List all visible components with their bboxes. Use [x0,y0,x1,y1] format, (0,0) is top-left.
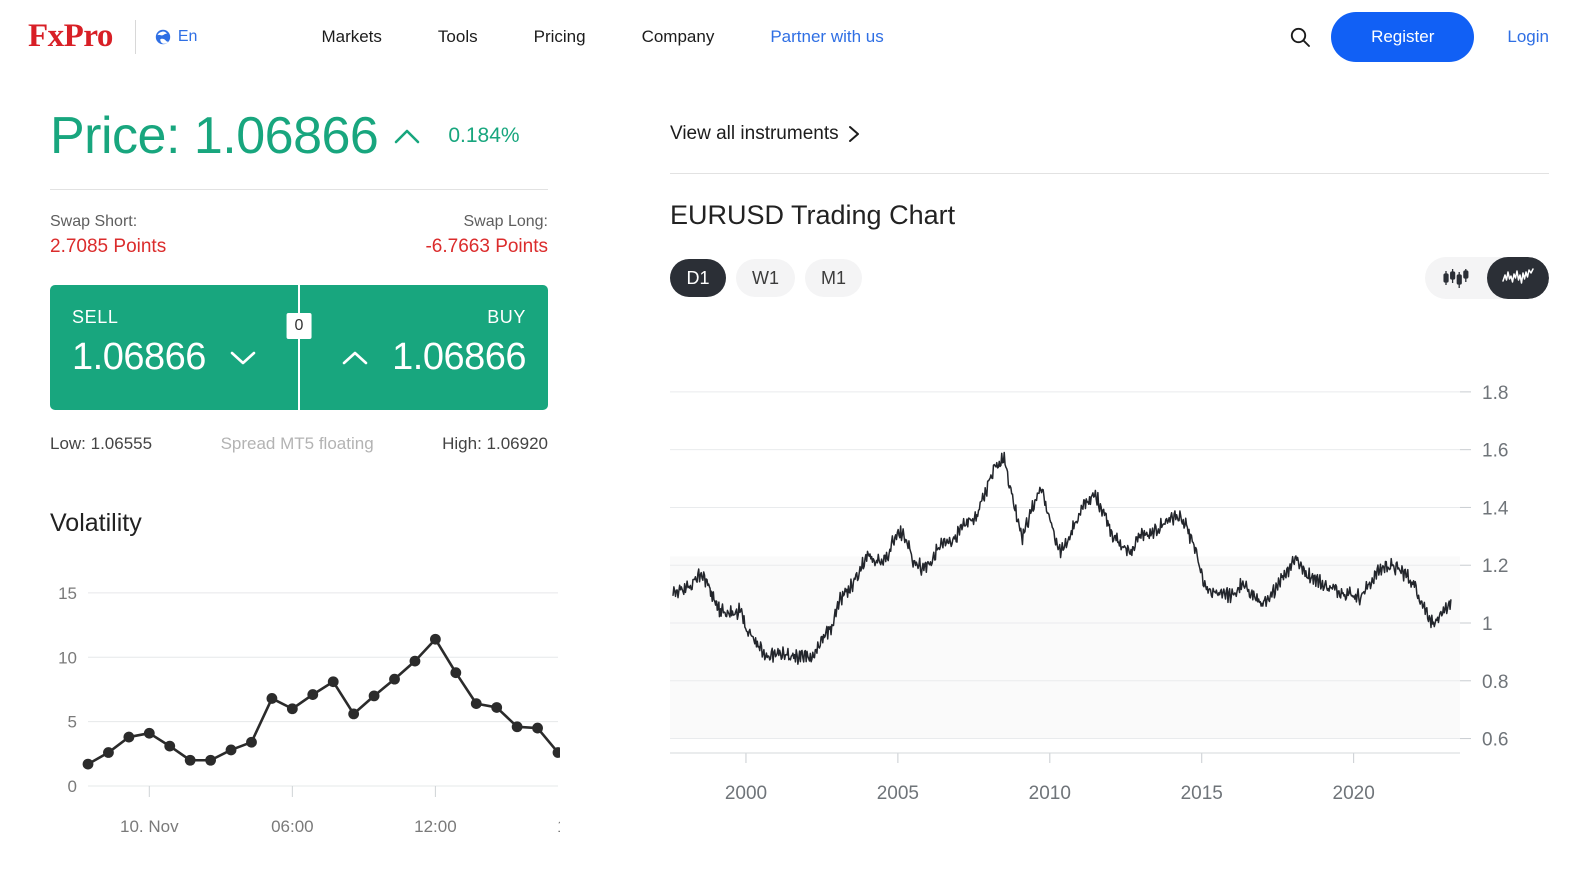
spread-badge: 0 [287,313,312,339]
svg-text:1.8: 1.8 [1482,383,1508,404]
trade-divider [298,285,300,410]
swap-long-block: Swap Long: -6.7663 Points [425,211,548,259]
login-link[interactable]: Login [1507,27,1549,47]
svg-text:0.8: 0.8 [1482,672,1508,693]
volatility-title: Volatility [50,509,548,538]
timeframe-group: D1 W1 M1 [670,259,862,297]
buy-button[interactable]: BUY 1.06866 [299,285,548,410]
nav-item-pricing[interactable]: Pricing [506,27,614,47]
search-button[interactable] [1283,20,1317,54]
search-icon [1289,26,1311,48]
panel-divider [670,173,1549,174]
nav-item-markets[interactable]: Markets [293,27,409,47]
price-change-percent: 0.184% [448,124,519,148]
register-button[interactable]: Register [1331,12,1474,62]
site-header: FxPro En Markets Tools Pricing Company P… [0,0,1577,73]
nav-item-partner-with-us[interactable]: Partner with us [742,27,911,47]
swap-short-block: Swap Short: 2.7085 Points [50,211,166,259]
svg-text:2015: 2015 [1181,783,1223,804]
volatility-chart[interactable]: 05101510. Nov06:0012:0018:00 [50,564,548,854]
svg-text:1.2: 1.2 [1482,556,1508,577]
eurusd-chart-svg: 0.6 0.8 1 1.2 1.4 1.6 1.8 2000 2005 2010 2015 2020 [670,335,1515,835]
svg-text:10. Nov: 10. Nov [120,817,179,836]
sell-button[interactable]: SELL 1.06866 [50,285,299,410]
high-value: High: 1.06920 [442,434,548,454]
candlestick-chart-icon [1441,267,1471,289]
timeframe-w1-button[interactable]: W1 [736,259,795,297]
svg-text:12:00: 12:00 [414,817,457,836]
view-all-instruments-label: View all instruments [670,123,839,145]
quote-panel: Price: 1.06866 0.184% Swap Short: 2.7085… [28,73,548,874]
language-label: En [178,28,198,46]
svg-text:5: 5 [68,713,77,732]
trade-box: SELL 1.06866 BUY 1.06866 0 [50,285,548,410]
nav-item-company[interactable]: Company [614,27,743,47]
page-title: Price: 1.06866 [50,106,378,166]
price-divider [50,189,548,190]
line-chart-button[interactable] [1487,257,1549,299]
timeframe-m1-button[interactable]: M1 [805,259,862,297]
svg-text:15: 15 [58,584,77,603]
swap-short-label: Swap Short: [50,211,166,233]
timeframe-d1-button[interactable]: D1 [670,259,726,297]
swap-long-label: Swap Long: [425,211,548,233]
svg-text:1: 1 [1482,614,1493,635]
chevron-right-icon [848,125,860,143]
instrument-chart-panel: View all instruments EURUSD Trading Char… [548,73,1549,874]
swap-long-value: -6.7663 Points [425,234,548,260]
chevron-up-icon [340,348,370,368]
chart-heading: EURUSD Trading Chart [670,200,1549,231]
eurusd-chart[interactable]: 0.6 0.8 1 1.2 1.4 1.6 1.8 2000 2005 2010 2015 2020 [670,335,1549,835]
sell-price-row: 1.06866 [72,336,299,379]
buy-price: 1.06866 [392,336,526,379]
volatility-chart-svg: 0 5 10 15 10. Nov 06:00 12:00 18:00 [50,564,560,854]
svg-text:06:00: 06:00 [271,817,314,836]
svg-text:0.6: 0.6 [1482,730,1508,751]
caret-up-icon [392,125,422,147]
svg-text:10: 10 [58,648,77,667]
nav-item-tools[interactable]: Tools [410,27,506,47]
chevron-down-icon [228,348,258,368]
page-content: Price: 1.06866 0.184% Swap Short: 2.7085… [0,73,1577,874]
price-row: Price: 1.06866 0.184% [50,97,548,175]
buy-price-row: 1.06866 [340,336,526,379]
svg-text:0: 0 [68,777,77,796]
language-selector[interactable]: En [155,28,198,46]
sell-label: SELL [72,307,299,328]
swap-short-value: 2.7085 Points [50,234,166,260]
header-divider [135,20,136,54]
spread-type-label: Spread MT5 floating [221,434,374,454]
svg-text:2010: 2010 [1029,783,1071,804]
svg-text:2005: 2005 [877,783,919,804]
header-actions: Register Login [1283,12,1549,62]
line-chart-icon [1501,267,1535,289]
svg-text:1.6: 1.6 [1482,441,1508,462]
svg-text:1.4: 1.4 [1482,498,1509,519]
chart-controls: D1 W1 M1 [670,257,1549,299]
svg-text:2000: 2000 [725,783,767,804]
low-value: Low: 1.06555 [50,434,152,454]
fxpro-logo[interactable]: FxPro [28,20,113,53]
low-high-row: Low: 1.06555 Spread MT5 floating High: 1… [50,434,548,454]
svg-text:2020: 2020 [1333,783,1375,804]
main-nav: Markets Tools Pricing Company Partner wi… [293,27,911,47]
sell-price: 1.06866 [72,336,206,379]
chart-type-toggle [1425,257,1549,299]
swap-info: Swap Short: 2.7085 Points Swap Long: -6.… [50,211,548,259]
view-all-instruments-link[interactable]: View all instruments [670,123,860,145]
svg-text:18:00: 18:00 [557,817,560,836]
buy-label: BUY [487,307,526,328]
globe-icon [155,29,171,45]
candlestick-chart-button[interactable] [1425,257,1487,299]
